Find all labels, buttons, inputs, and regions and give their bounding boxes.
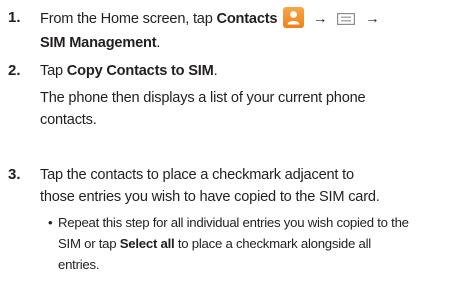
bullet-line: SIM or tap Select all to place a checkma… — [58, 233, 469, 254]
step-text: Tap the contacts to place a checkmark ad… — [40, 164, 467, 208]
step-line: From the Home screen, tap Contacts → → — [40, 7, 467, 32]
step-text: Tap Copy Contacts to SIM. The phone then… — [40, 60, 467, 131]
bullet-line: Repeat this step for all individual entr… — [58, 215, 409, 230]
step-number: 2. — [8, 62, 21, 79]
bullet-tail-text: to place a checkmark alongside all — [174, 236, 371, 251]
step-line: Tap the contacts to place a checkmark ad… — [40, 167, 354, 183]
arrow-icon: → — [313, 11, 328, 27]
bullet-dot: • — [48, 215, 53, 230]
bullet-line: entries. — [58, 257, 100, 272]
bullet-item: • Repeat this step for all individual en… — [48, 212, 469, 275]
sim-management-label: SIM Management — [40, 35, 157, 51]
step-line: SIM Management. — [40, 32, 467, 54]
result-line: contacts. — [40, 112, 97, 128]
step-lead-text: From the Home screen, tap — [40, 11, 217, 27]
menu-icon — [337, 10, 356, 32]
select-all-label: Select all — [119, 236, 175, 251]
step-number: 1. — [8, 9, 21, 26]
step-text: From the Home screen, tap Contacts → → S… — [40, 7, 467, 54]
contacts-app-icon — [283, 7, 305, 28]
instructions-page: 1. From the Home screen, tap Contacts → … — [0, 0, 473, 304]
bullet-text: Repeat this step for all individual entr… — [48, 212, 469, 275]
step-lead-text: Tap — [40, 63, 67, 79]
result-line: The phone then displays a list of your c… — [40, 90, 366, 106]
period: . — [213, 63, 218, 79]
period: . — [156, 35, 161, 51]
step-number: 3. — [8, 166, 21, 183]
arrow-icon: → — [365, 11, 380, 27]
contacts-label: Contacts — [216, 11, 278, 27]
copy-contacts-to-sim-label: Copy Contacts to SIM — [66, 63, 214, 79]
bullet-lead-text: SIM or tap — [58, 236, 120, 251]
step-line: Tap Copy Contacts to SIM. — [40, 60, 467, 82]
step-line: those entries you wish to have copied to… — [40, 189, 380, 205]
